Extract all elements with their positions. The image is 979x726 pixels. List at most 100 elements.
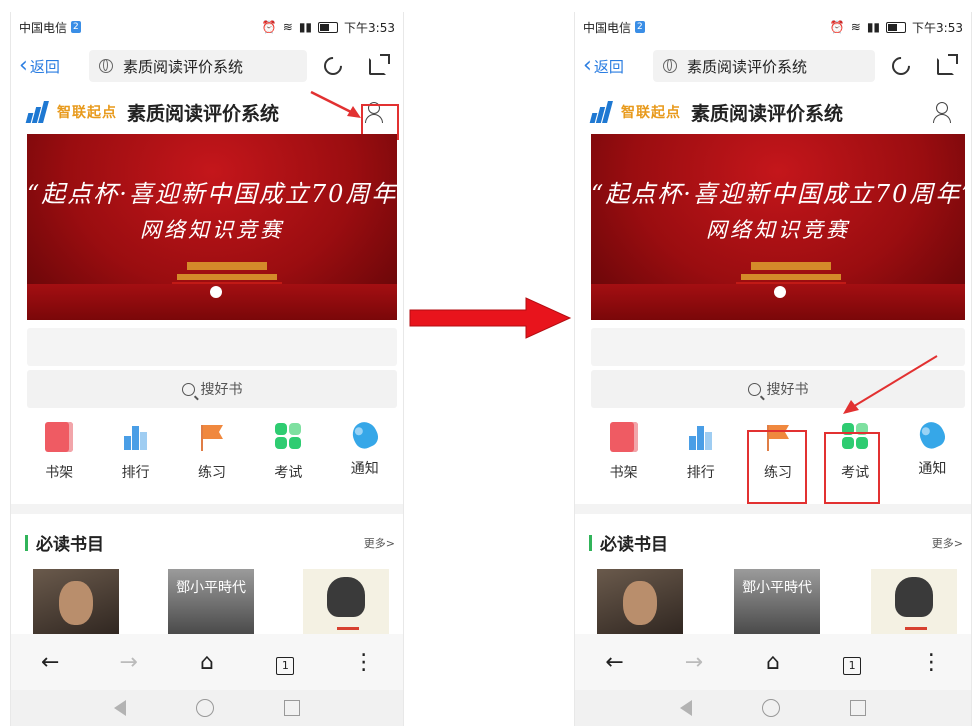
browser-toolbar: ‹ 返回 素质阅读评价系统 [11, 42, 403, 90]
sim-badge: 2 [71, 21, 81, 33]
signal-icon: ▮▮ [866, 20, 881, 34]
ranking-icon [122, 422, 150, 452]
status-bar: 中国电信 2 ⏰ ≋ ▮▮ 下午3:53 [575, 12, 971, 42]
nav-item-bookshelf[interactable]: 书架 [29, 422, 89, 494]
reload-button[interactable] [883, 53, 919, 79]
book-cover[interactable] [33, 569, 119, 643]
phone-screen-before: 中国电信 2 ⏰ ≋ ▮▮ 下午3:53 ‹ 返回 素质阅读评价系统 智联起点 素质… [10, 12, 404, 726]
tabs-button[interactable]: 1 [832, 650, 872, 675]
system-nav-bar [11, 690, 403, 726]
section-divider [11, 504, 403, 514]
search-placeholder: 搜好书 [766, 382, 809, 398]
flow-arrow-icon [409, 297, 572, 339]
carousel-dot[interactable] [774, 286, 786, 298]
back-arrow-icon[interactable]: ← [595, 650, 635, 675]
phone-screen-after: 中国电信 2 ⏰ ≋ ▮▮ 下午3:53 ‹ 返回 素质阅读评价系统 智联起点 素质… [574, 12, 972, 726]
book-cover-title: 鄧小平時代 [176, 580, 246, 596]
nav-item-ranking[interactable]: 排行 [106, 422, 166, 494]
user-center-button[interactable] [927, 97, 957, 127]
banner-subheadline: 网络知识竞赛 [706, 218, 850, 242]
back-button[interactable]: ‹ 返回 [19, 55, 81, 77]
brand-logo-icon [589, 101, 615, 123]
book-cover[interactable] [871, 569, 957, 643]
back-button[interactable]: ‹ 返回 [583, 55, 645, 77]
nav-item-label: 通知 [918, 461, 947, 477]
system-back-icon[interactable] [680, 700, 692, 716]
home-icon[interactable]: ⌂ [753, 650, 793, 675]
nav-item-notice[interactable]: 通知 [335, 418, 395, 494]
book-cover[interactable] [303, 569, 389, 643]
page-title: 素质阅读评价系统 [127, 102, 280, 125]
nav-item-practice[interactable]: 练习 [182, 422, 242, 494]
nav-item-label: 排行 [121, 465, 150, 481]
banner-headline: “起点杯·喜迎新中国成立70周年” [27, 180, 397, 208]
alarm-icon: ⏰ [261, 20, 277, 34]
book-cover[interactable] [597, 569, 683, 643]
promo-banner[interactable]: “起点杯·喜迎新中国成立70周年” 网络知识竞赛 [27, 134, 397, 320]
wifi-icon: ≋ [282, 20, 293, 34]
brand-logo-text: 智联起点 [621, 105, 681, 121]
menu-icon[interactable]: ⋮ [344, 650, 384, 675]
chevron-left-icon: ‹ [583, 53, 592, 78]
promo-banner[interactable]: “起点杯·喜迎新中国成立70周年” 网络知识竞赛 [591, 134, 965, 320]
back-arrow-icon[interactable]: ← [30, 650, 70, 675]
tabs-count: 1 [276, 656, 295, 675]
back-label: 返回 [29, 57, 60, 76]
tabs-button[interactable]: 1 [265, 650, 305, 675]
browser-toolbar: ‹ 返回 素质阅读评价系统 [575, 42, 971, 90]
system-recent-icon[interactable] [284, 700, 300, 716]
nav-item-label: 排行 [686, 465, 715, 481]
wifi-icon: ≋ [850, 20, 861, 34]
reload-button[interactable] [315, 53, 351, 79]
nav-item-ranking[interactable]: 排行 [671, 422, 731, 494]
alarm-icon: ⏰ [829, 20, 845, 34]
home-icon[interactable]: ⌂ [187, 650, 227, 675]
battery-icon [886, 21, 907, 33]
share-button[interactable] [927, 53, 963, 75]
highlight-exam [824, 432, 880, 504]
share-icon [368, 53, 390, 75]
nav-item-exam[interactable]: 考试 [258, 422, 318, 494]
brand: 智联起点 素质阅读评价系统 [589, 99, 843, 126]
system-back-icon[interactable] [114, 700, 126, 716]
tabs-count: 1 [843, 656, 862, 675]
system-recent-icon[interactable] [850, 700, 866, 716]
bookshelf-icon [45, 422, 74, 452]
book-cover[interactable]: 鄧小平時代 [734, 569, 820, 643]
quick-nav: 书架 排行 练习 考试 通知 [11, 408, 403, 494]
menu-icon[interactable]: ⋮ [911, 650, 951, 675]
clock: 下午3:53 [344, 20, 395, 35]
system-home-icon[interactable] [762, 699, 780, 717]
forward-arrow-icon[interactable]: → [674, 650, 714, 675]
system-home-icon[interactable] [196, 699, 214, 717]
share-icon [936, 53, 958, 75]
search-icon [181, 382, 195, 396]
address-bar[interactable]: 素质阅读评价系统 [89, 50, 307, 82]
system-nav-bar [575, 690, 971, 726]
bookshelf-icon [609, 422, 638, 452]
more-link[interactable]: 更多> [364, 535, 395, 551]
address-bar[interactable]: 素质阅读评价系统 [653, 50, 875, 82]
brand: 智联起点 素质阅读评价系统 [25, 99, 279, 126]
chevron-left-icon: ‹ [19, 53, 28, 78]
signal-icon: ▮▮ [298, 20, 313, 34]
forward-arrow-icon[interactable]: → [109, 650, 149, 675]
nav-item-notice[interactable]: 通知 [902, 418, 962, 494]
carousel-dot[interactable] [210, 286, 222, 298]
status-bar: 中国电信 2 ⏰ ≋ ▮▮ 下午3:53 [11, 12, 403, 42]
nav-item-label: 练习 [197, 465, 226, 481]
bell-icon [915, 418, 949, 452]
share-button[interactable] [359, 53, 395, 75]
nav-item-bookshelf[interactable]: 书架 [594, 422, 654, 494]
book-list: 鄧小平時代 [575, 555, 971, 643]
book-cover[interactable]: 鄧小平時代 [168, 569, 254, 643]
search-input[interactable]: 搜好书 [27, 370, 397, 408]
address-title: 素质阅读评价系统 [687, 57, 808, 76]
page-title: 素质阅读评价系统 [691, 102, 844, 125]
battery-icon [318, 21, 339, 33]
more-link[interactable]: 更多> [932, 535, 963, 551]
user-icon [936, 102, 948, 114]
search-placeholder: 搜好书 [200, 382, 243, 398]
highlight-practice [747, 430, 807, 504]
sim-badge: 2 [635, 21, 645, 33]
